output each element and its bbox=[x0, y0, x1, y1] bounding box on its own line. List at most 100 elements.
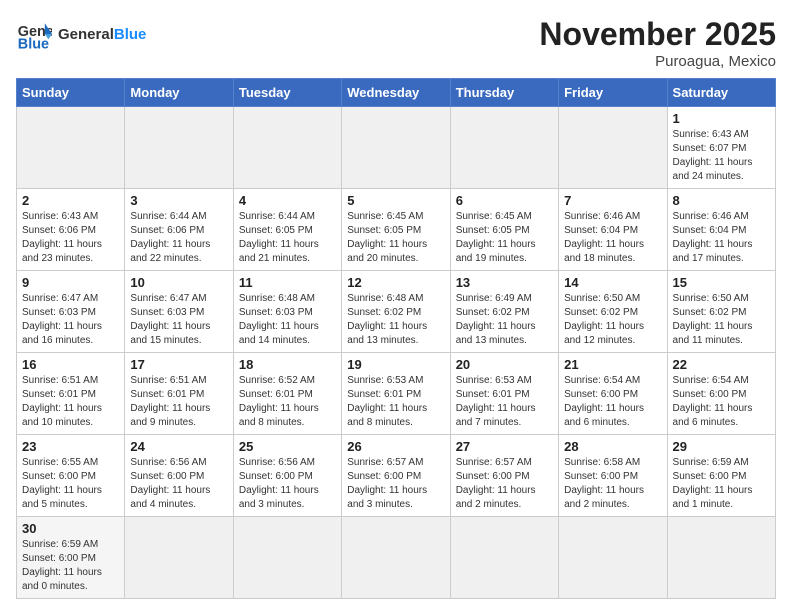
calendar-week-row: 2Sunrise: 6:43 AM Sunset: 6:06 PM Daylig… bbox=[17, 189, 776, 271]
day-info: Sunrise: 6:52 AM Sunset: 6:01 PM Dayligh… bbox=[239, 374, 336, 430]
day-number: 19 bbox=[347, 357, 444, 372]
calendar-cell: 3Sunrise: 6:44 AM Sunset: 6:06 PM Daylig… bbox=[125, 189, 233, 271]
calendar-cell: 8Sunrise: 6:46 AM Sunset: 6:04 PM Daylig… bbox=[667, 189, 775, 271]
calendar-cell: 20 Sunrise: 6:53 AM Sunset: 6:01 PM Dayli… bbox=[450, 353, 558, 435]
calendar-cell: 6 Sunrise: 6:45 AM Sunset: 6:05 PM Daylig… bbox=[450, 189, 558, 271]
calendar-cell: 25 Sunrise: 6:56 AM Sunset: 6:00 PM Dayli… bbox=[233, 435, 341, 517]
calendar-cell bbox=[233, 107, 341, 189]
calendar-cell: 4 Sunrise: 6:44 AM Sunset: 6:05 PM Daylig… bbox=[233, 189, 341, 271]
calendar-cell: 22 Sunrise: 6:54 AM Sunset: 6:00 PM Dayli… bbox=[667, 353, 775, 435]
day-info: Sunrise: 6:55 AM Sunset: 6:00 PM Dayligh… bbox=[22, 456, 119, 512]
day-info: Sunrise: 6:50 AM Sunset: 6:02 PM Dayligh… bbox=[673, 292, 770, 348]
day-info: Sunrise: 6:50 AM Sunset: 6:02 PM Dayligh… bbox=[564, 292, 661, 348]
calendar-cell: 10Sunrise: 6:47 AM Sunset: 6:03 PM Dayli… bbox=[125, 271, 233, 353]
calendar-cell: 27 Sunrise: 6:57 AM Sunset: 6:00 PM Dayli… bbox=[450, 435, 558, 517]
calendar-cell bbox=[559, 107, 667, 189]
day-number: 5 bbox=[347, 193, 444, 208]
calendar-cell: 7 Sunrise: 6:46 AM Sunset: 6:04 PM Daylig… bbox=[559, 189, 667, 271]
day-info: Sunrise: 6:51 AM Sunset: 6:01 PM Dayligh… bbox=[130, 374, 227, 430]
day-info: Sunrise: 6:49 AM Sunset: 6:02 PM Dayligh… bbox=[456, 292, 553, 348]
calendar-cell bbox=[559, 517, 667, 599]
day-header-thursday: Thursday bbox=[450, 79, 558, 107]
day-number: 14 bbox=[564, 275, 661, 290]
day-number: 4 bbox=[239, 193, 336, 208]
day-info: Sunrise: 6:56 AM Sunset: 6:00 PM Dayligh… bbox=[239, 456, 336, 512]
calendar-week-row: 16 Sunrise: 6:51 AM Sunset: 6:01 PM Dayli… bbox=[17, 353, 776, 435]
calendar-cell: 9 Sunrise: 6:47 AM Sunset: 6:03 PM Daylig… bbox=[17, 271, 125, 353]
day-number: 10 bbox=[130, 275, 227, 290]
day-info: Sunrise: 6:45 AM Sunset: 6:05 PM Dayligh… bbox=[347, 210, 444, 266]
calendar-week-row: 23 Sunrise: 6:55 AM Sunset: 6:00 PM Dayli… bbox=[17, 435, 776, 517]
calendar-cell: 23 Sunrise: 6:55 AM Sunset: 6:00 PM Dayli… bbox=[17, 435, 125, 517]
day-number: 29 bbox=[673, 439, 770, 454]
day-number: 3 bbox=[130, 193, 227, 208]
day-info: Sunrise: 6:58 AM Sunset: 6:00 PM Dayligh… bbox=[564, 456, 661, 512]
day-info: Sunrise: 6:57 AM Sunset: 6:00 PM Dayligh… bbox=[347, 456, 444, 512]
day-info: Sunrise: 6:54 AM Sunset: 6:00 PM Dayligh… bbox=[673, 374, 770, 430]
day-header-monday: Monday bbox=[125, 79, 233, 107]
day-number: 7 bbox=[564, 193, 661, 208]
day-number: 9 bbox=[22, 275, 119, 290]
day-number: 30 bbox=[22, 521, 119, 536]
calendar-cell: 13Sunrise: 6:49 AM Sunset: 6:02 PM Dayli… bbox=[450, 271, 558, 353]
day-number: 24 bbox=[130, 439, 227, 454]
day-info: Sunrise: 6:48 AM Sunset: 6:02 PM Dayligh… bbox=[347, 292, 444, 348]
calendar-cell: 12 Sunrise: 6:48 AM Sunset: 6:02 PM Dayli… bbox=[342, 271, 450, 353]
calendar-cell: 15 Sunrise: 6:50 AM Sunset: 6:02 PM Dayli… bbox=[667, 271, 775, 353]
calendar-cell: 11Sunrise: 6:48 AM Sunset: 6:03 PM Dayli… bbox=[233, 271, 341, 353]
calendar-cell bbox=[17, 107, 125, 189]
page-header: General Blue GeneralBlue November 2025 P… bbox=[16, 16, 776, 70]
day-number: 26 bbox=[347, 439, 444, 454]
day-number: 16 bbox=[22, 357, 119, 372]
calendar-cell: 2Sunrise: 6:43 AM Sunset: 6:06 PM Daylig… bbox=[17, 189, 125, 271]
day-number: 8 bbox=[673, 193, 770, 208]
calendar-cell: 24 Sunrise: 6:56 AM Sunset: 6:00 PM Dayli… bbox=[125, 435, 233, 517]
calendar-cell bbox=[667, 517, 775, 599]
svg-text:Blue: Blue bbox=[18, 36, 49, 52]
calendar-cell: 29 Sunrise: 6:59 AM Sunset: 6:00 PM Dayli… bbox=[667, 435, 775, 517]
day-info: Sunrise: 6:44 AM Sunset: 6:05 PM Dayligh… bbox=[239, 210, 336, 266]
location: Puroagua, Mexico bbox=[539, 53, 776, 70]
calendar-cell bbox=[233, 517, 341, 599]
day-number: 23 bbox=[22, 439, 119, 454]
calendar-cell bbox=[342, 107, 450, 189]
day-info: Sunrise: 6:45 AM Sunset: 6:05 PM Dayligh… bbox=[456, 210, 553, 266]
day-info: Sunrise: 6:53 AM Sunset: 6:01 PM Dayligh… bbox=[456, 374, 553, 430]
day-number: 27 bbox=[456, 439, 553, 454]
calendar-week-row: 9 Sunrise: 6:47 AM Sunset: 6:03 PM Daylig… bbox=[17, 271, 776, 353]
calendar-cell: 1Sunrise: 6:43 AM Sunset: 6:07 PM Daylig… bbox=[667, 107, 775, 189]
logo: General Blue GeneralBlue bbox=[16, 16, 146, 52]
logo-text: GeneralBlue bbox=[58, 26, 146, 43]
day-info: Sunrise: 6:59 AM Sunset: 6:00 PM Dayligh… bbox=[673, 456, 770, 512]
day-info: Sunrise: 6:57 AM Sunset: 6:00 PM Dayligh… bbox=[456, 456, 553, 512]
day-number: 15 bbox=[673, 275, 770, 290]
day-info: Sunrise: 6:47 AM Sunset: 6:03 PM Dayligh… bbox=[22, 292, 119, 348]
calendar-table: SundayMondayTuesdayWednesdayThursdayFrid… bbox=[16, 78, 776, 599]
day-number: 6 bbox=[456, 193, 553, 208]
day-header-saturday: Saturday bbox=[667, 79, 775, 107]
calendar-cell: 5 Sunrise: 6:45 AM Sunset: 6:05 PM Daylig… bbox=[342, 189, 450, 271]
day-number: 25 bbox=[239, 439, 336, 454]
day-info: Sunrise: 6:48 AM Sunset: 6:03 PM Dayligh… bbox=[239, 292, 336, 348]
calendar-cell bbox=[125, 517, 233, 599]
day-number: 20 bbox=[456, 357, 553, 372]
day-number: 17 bbox=[130, 357, 227, 372]
logo-icon: General Blue bbox=[16, 16, 52, 52]
month-title: November 2025 bbox=[539, 16, 776, 53]
day-info: Sunrise: 6:51 AM Sunset: 6:01 PM Dayligh… bbox=[22, 374, 119, 430]
day-header-tuesday: Tuesday bbox=[233, 79, 341, 107]
calendar-week-row: 30 Sunrise: 6:59 AM Sunset: 6:00 PM Dayli… bbox=[17, 517, 776, 599]
day-number: 22 bbox=[673, 357, 770, 372]
day-info: Sunrise: 6:59 AM Sunset: 6:00 PM Dayligh… bbox=[22, 538, 119, 594]
day-info: Sunrise: 6:56 AM Sunset: 6:00 PM Dayligh… bbox=[130, 456, 227, 512]
calendar-cell: 21Sunrise: 6:54 AM Sunset: 6:00 PM Dayli… bbox=[559, 353, 667, 435]
calendar-cell bbox=[450, 107, 558, 189]
day-number: 21 bbox=[564, 357, 661, 372]
calendar-cell: 14 Sunrise: 6:50 AM Sunset: 6:02 PM Dayli… bbox=[559, 271, 667, 353]
day-info: Sunrise: 6:43 AM Sunset: 6:06 PM Dayligh… bbox=[22, 210, 119, 266]
day-number: 1 bbox=[673, 111, 770, 126]
calendar-cell: 19Sunrise: 6:53 AM Sunset: 6:01 PM Dayli… bbox=[342, 353, 450, 435]
day-number: 12 bbox=[347, 275, 444, 290]
day-info: Sunrise: 6:46 AM Sunset: 6:04 PM Dayligh… bbox=[564, 210, 661, 266]
day-header-friday: Friday bbox=[559, 79, 667, 107]
